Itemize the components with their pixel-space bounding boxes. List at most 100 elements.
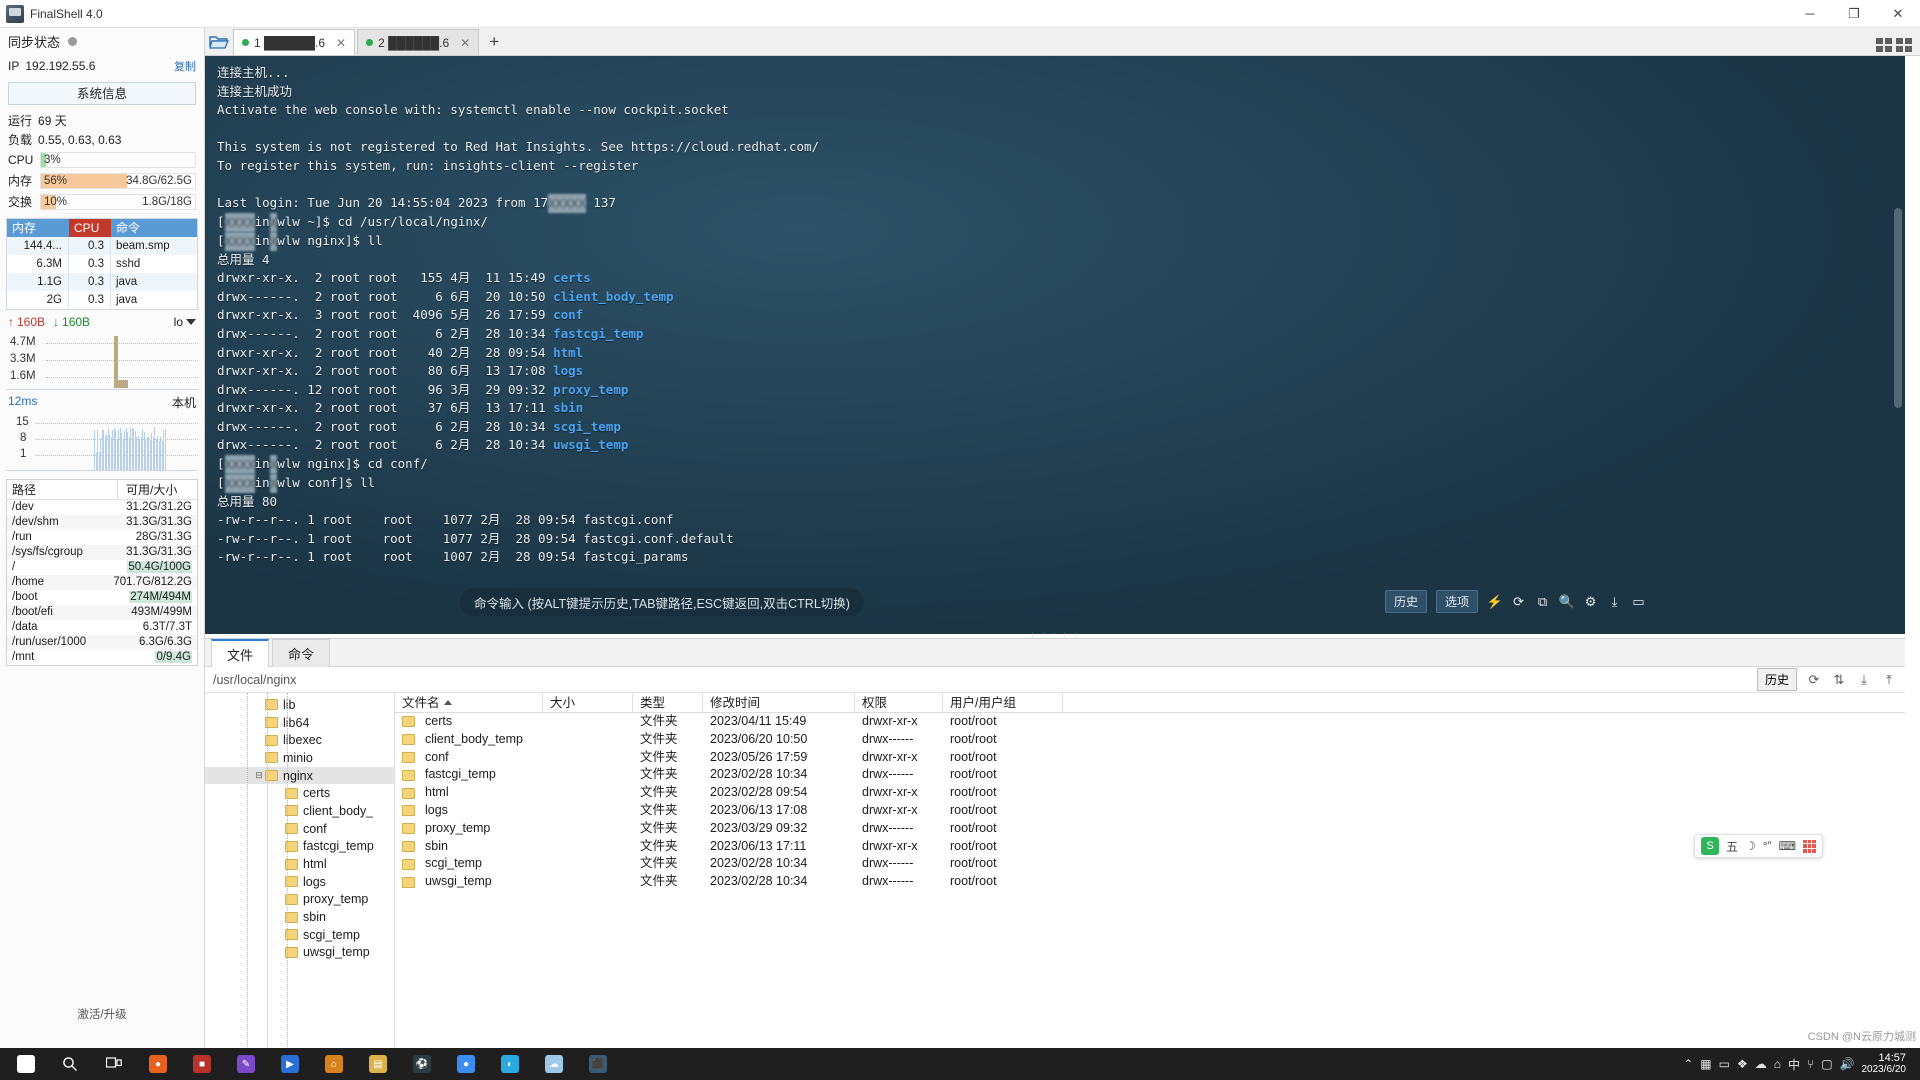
sogou-quote-icon[interactable]: °” — [1763, 839, 1772, 853]
minimize-button[interactable]: ─ — [1788, 0, 1832, 28]
file-col-type[interactable]: 类型 — [633, 693, 703, 712]
monitor-icon[interactable]: ▢ — [1821, 1057, 1832, 1071]
table-row[interactable]: scgi_temp 文件夹 2023/02/28 10:34 drwx------ ro… — [395, 855, 1905, 873]
shield-icon[interactable]: ❖ — [1737, 1057, 1748, 1071]
refresh-icon[interactable]: ⟳ — [1511, 594, 1526, 609]
network-icon[interactable]: ▦ — [1700, 1057, 1711, 1071]
interface-selector[interactable]: lo — [174, 315, 196, 329]
file-panel-tab[interactable]: 命令 — [272, 639, 330, 667]
cn-icon[interactable]: 中 — [1788, 1056, 1800, 1073]
disk-row[interactable]: /home 701.7G/812.2G — [7, 575, 197, 590]
terminal-options-button[interactable]: 选项 — [1436, 590, 1478, 613]
process-row[interactable]: 1.1G 0.3 java — [7, 273, 197, 291]
taskbar-app-app-orange[interactable]: ⌂ — [312, 1048, 356, 1080]
window-icon[interactable]: ▭ — [1631, 594, 1646, 609]
layout-grid-alt-icon[interactable] — [1896, 38, 1912, 52]
sogou-mode-label[interactable]: 五 — [1726, 838, 1738, 855]
search-icon[interactable]: 🔍 — [1559, 594, 1574, 609]
file-col-own[interactable]: 用户/用户组 — [943, 693, 1063, 712]
system-info-button[interactable]: 系统信息 — [8, 82, 196, 105]
file-history-button[interactable]: 历史 — [1757, 668, 1797, 691]
tree-node[interactable]: minio — [205, 749, 394, 767]
tree-node[interactable]: lib — [205, 696, 394, 714]
maximize-button[interactable]: ❐ — [1832, 0, 1876, 28]
tab-close-icon[interactable]: ✕ — [454, 36, 470, 50]
file-col-time[interactable]: 修改时间 — [703, 693, 855, 712]
panel-splitter[interactable]: · · · · · — [205, 630, 1905, 637]
file-col-perm[interactable]: 权限 — [855, 693, 943, 712]
task-view-button[interactable] — [92, 1048, 136, 1080]
disk-row[interactable]: /boot 274M/494M — [7, 590, 197, 605]
table-row[interactable]: conf 文件夹 2023/05/26 17:59 drwxr-xr-x root/ro… — [395, 749, 1905, 767]
disk-row[interactable]: /run 28G/31.3G — [7, 530, 197, 545]
taskbar-app-app-folder[interactable]: ▤ — [356, 1048, 400, 1080]
taskbar-app-finalshell[interactable]: ⬛ — [576, 1048, 620, 1080]
disk-row[interactable]: /mnt 0/9.4G — [7, 650, 197, 665]
tree-collapse-icon[interactable]: ⊟ — [253, 770, 265, 781]
col-command[interactable]: 命令 — [111, 219, 197, 237]
upload-alt-icon[interactable]: ⤒ — [1881, 672, 1897, 688]
cloud-icon[interactable]: ☁ — [1755, 1057, 1767, 1071]
close-button[interactable]: ✕ — [1876, 0, 1920, 28]
taskbar-app-app-purple[interactable]: ✎ — [224, 1048, 268, 1080]
sogou-keyboard-icon[interactable]: ⌨ — [1779, 839, 1796, 853]
table-row[interactable]: html 文件夹 2023/02/28 09:54 drwxr-xr-x root/ro… — [395, 784, 1905, 802]
current-path[interactable]: /usr/local/nginx — [213, 673, 296, 687]
terminal-scrollbar[interactable] — [1893, 58, 1903, 632]
table-row[interactable]: proxy_temp 文件夹 2023/03/29 09:32 drwx------ r… — [395, 820, 1905, 838]
pin-icon[interactable]: ⌂ — [1774, 1057, 1781, 1071]
session-tab-1[interactable]: 1 ██████.6 ✕ — [233, 29, 355, 55]
disk-row[interactable]: /sys/fs/cgroup 31.3G/31.3G — [7, 545, 197, 560]
directory-tree[interactable]: lib lib64 libexec minio ⊟ nginx certs client_bo… — [205, 693, 395, 1049]
refresh-icon[interactable]: ⟳ — [1806, 672, 1822, 688]
col-memory[interactable]: 内存 — [7, 219, 69, 237]
sogou-moon-icon[interactable]: ☽ — [1745, 839, 1756, 853]
col-free-total[interactable]: 可用/大小 — [117, 480, 197, 499]
disk-row[interactable]: /dev/shm 31.3G/31.3G — [7, 515, 197, 530]
tree-node[interactable]: ⊟ nginx — [205, 767, 394, 785]
start-button[interactable] — [4, 1048, 48, 1080]
download-icon[interactable]: ⤓ — [1856, 672, 1872, 688]
col-path[interactable]: 路径 — [7, 480, 117, 499]
disk-row[interactable]: /boot/efi 493M/499M — [7, 605, 197, 620]
layout-grid-icon[interactable] — [1876, 38, 1892, 52]
tab-close-icon[interactable]: ✕ — [330, 36, 346, 50]
disk-row[interactable]: /run/user/1000 6.3G/6.3G — [7, 635, 197, 650]
copy-icon[interactable]: ⧉ — [1535, 594, 1550, 609]
taskbar-app-chrome[interactable]: ● — [444, 1048, 488, 1080]
table-row[interactable]: sbin 文件夹 2023/06/13 17:11 drwxr-xr-x root/ro… — [395, 838, 1905, 856]
battery-icon[interactable]: ▭ — [1719, 1057, 1730, 1071]
disk-row[interactable]: / 50.4G/100G — [7, 560, 197, 575]
tree-node[interactable]: conf — [205, 820, 394, 838]
table-row[interactable]: uwsgi_temp 文件夹 2023/02/28 10:34 drwx------ r… — [395, 873, 1905, 891]
copy-ip-link[interactable]: 复制 — [174, 58, 196, 74]
taskbar-app-cloud[interactable]: ☁ — [532, 1048, 576, 1080]
sogou-grid-icon[interactable] — [1803, 840, 1816, 853]
tree-node[interactable]: fastcgi_temp — [205, 838, 394, 856]
table-row[interactable]: client_body_temp 文件夹 2023/06/20 10:50 drwx-… — [395, 731, 1905, 749]
disk-row[interactable]: /data 6.3T/7.3T — [7, 620, 197, 635]
file-panel-tab[interactable]: 文件 — [211, 639, 269, 667]
process-row[interactable]: 2G 0.3 java — [7, 291, 197, 309]
col-cpu[interactable]: CPU — [69, 219, 111, 237]
volume-icon[interactable]: 🔊 — [1840, 1057, 1855, 1071]
upload-icon[interactable]: ⇅ — [1831, 672, 1847, 688]
activate-upgrade-link[interactable]: 激活/升级 — [0, 1006, 204, 1022]
taskbar-search-button[interactable] — [48, 1048, 92, 1080]
table-row[interactable]: logs 文件夹 2023/06/13 17:08 drwxr-xr-x root/ro… — [395, 802, 1905, 820]
taskbar-app-firefox[interactable]: ● — [136, 1048, 180, 1080]
tree-node[interactable]: html — [205, 855, 394, 873]
disk-row[interactable]: /dev 31.2G/31.2G — [7, 500, 197, 515]
tree-node[interactable]: sbin — [205, 908, 394, 926]
process-row[interactable]: 144.4... 0.3 beam.smp — [7, 237, 197, 255]
tree-node[interactable]: logs — [205, 873, 394, 891]
tree-node[interactable]: proxy_temp — [205, 891, 394, 909]
taskbar-app-app-red[interactable]: ■ — [180, 1048, 224, 1080]
terminal-output[interactable]: 连接主机... 连接主机成功 Activate the web console wi… — [205, 56, 1905, 634]
tree-node[interactable]: scgi_temp — [205, 926, 394, 944]
download-icon[interactable]: ⤓ — [1607, 594, 1622, 609]
folder-open-icon[interactable] — [205, 29, 233, 55]
table-row[interactable]: certs 文件夹 2023/04/11 15:49 drwxr-xr-x root/r… — [395, 713, 1905, 731]
table-row[interactable]: fastcgi_temp 文件夹 2023/02/28 10:34 drwx-----… — [395, 766, 1905, 784]
process-row[interactable]: 6.3M 0.3 sshd — [7, 255, 197, 273]
